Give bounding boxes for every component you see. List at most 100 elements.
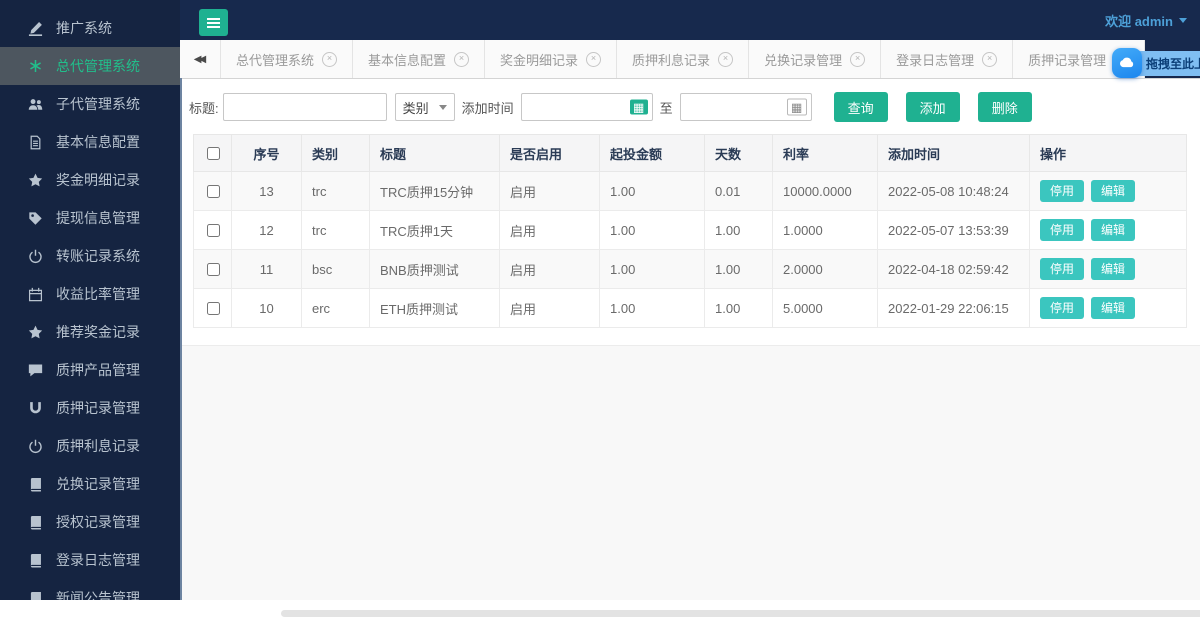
tab-item[interactable]: 登录日志管理 × <box>881 40 1014 78</box>
caret-down-icon <box>1179 17 1187 23</box>
disable-button[interactable]: 停用 <box>1040 258 1085 280</box>
cell-min_invest: 1.00 <box>599 210 705 250</box>
horizontal-scrollbar[interactable] <box>281 610 1200 617</box>
table-body: 13 trc TRC质押15分钟 启用 1.00 0.01 10000.0000 2022-0… <box>193 171 1187 328</box>
row-select-cell <box>193 171 232 211</box>
tab-close-icon[interactable]: × <box>586 51 602 67</box>
table-row: 13 trc TRC质押15分钟 启用 1.00 0.01 10000.0000 2022-0… <box>193 171 1187 211</box>
row-checkbox[interactable] <box>206 262 220 276</box>
time-to-field: ▦ <box>679 93 812 121</box>
select-all-checkbox[interactable] <box>206 146 220 160</box>
tab-close-icon[interactable]: × <box>850 51 866 67</box>
title-filter-label: 标题: <box>189 100 219 116</box>
cell-category: bsc <box>301 249 370 289</box>
comment-icon <box>27 362 43 378</box>
calendar-icon[interactable]: ▦ <box>629 99 648 115</box>
disable-button[interactable]: 停用 <box>1040 297 1085 319</box>
cell-enabled: 启用 <box>499 288 600 328</box>
column-header: 标题 <box>369 134 500 172</box>
calendar-icon <box>27 286 43 302</box>
tab-close-icon[interactable]: × <box>322 51 338 67</box>
add-button[interactable]: 添加 <box>905 92 960 122</box>
sidebar-item[interactable]: 转账记录系统 <box>0 237 180 275</box>
to-label: 至 <box>659 100 673 116</box>
row-actions-cell: 停用 编辑 <box>1029 249 1187 289</box>
table-row: 10 erc ETH质押测试 启用 1.00 1.00 5.0000 2022-01-29 2… <box>193 288 1187 328</box>
sidebar-item[interactable]: 推广系统 <box>0 9 180 47</box>
netdisk-drag-overlay[interactable]: 拖拽至此上传 <box>1112 48 1200 78</box>
row-checkbox[interactable] <box>206 301 220 315</box>
row-checkbox[interactable] <box>206 184 220 198</box>
tab-item[interactable]: 总代管理系统 × <box>221 40 354 78</box>
book-icon <box>27 590 43 600</box>
sidebar-item[interactable]: 推荐奖金记录 <box>0 313 180 351</box>
edit-button[interactable]: 编辑 <box>1091 297 1136 319</box>
bottom-strip <box>0 600 1200 617</box>
sidebar-item[interactable]: 奖金明细记录 <box>0 161 180 199</box>
cell-no: 13 <box>231 171 302 211</box>
sidebar-item[interactable]: 新闻公告管理 <box>0 579 180 600</box>
edit-button[interactable]: 编辑 <box>1091 219 1136 241</box>
column-header: 添加时间 <box>877 134 1030 172</box>
search-button[interactable]: 查询 <box>833 92 888 122</box>
cell-category: erc <box>301 288 370 328</box>
sidebar-item[interactable]: 兑换记录管理 <box>0 465 180 503</box>
sidebar-item-label: 新闻公告管理 <box>56 590 140 600</box>
cell-title: BNB质押测试 <box>369 249 500 289</box>
cell-min_invest: 1.00 <box>599 171 705 211</box>
edit-button[interactable]: 编辑 <box>1091 180 1136 202</box>
sidebar-item[interactable]: 收益比率管理 <box>0 275 180 313</box>
sidebar-item[interactable]: 基本信息配置 <box>0 123 180 161</box>
cell-category: trc <box>301 171 370 211</box>
category-select-value: 类别 <box>402 100 429 116</box>
tab-item[interactable]: 奖金明细记录 × <box>485 40 618 78</box>
category-select[interactable]: 类别 <box>394 93 455 121</box>
sidebar-item[interactable]: 质押产品管理 <box>0 351 180 389</box>
calendar-icon[interactable]: ▦ <box>786 98 807 116</box>
time-from-field: ▦ <box>520 93 653 121</box>
tab-close-icon[interactable]: × <box>718 51 734 67</box>
netdisk-cloud-icon[interactable] <box>1112 48 1142 78</box>
power-icon <box>27 248 43 264</box>
row-checkbox[interactable] <box>206 223 220 237</box>
cell-days: 1.00 <box>704 288 773 328</box>
table-row: 11 bsc BNB质押测试 启用 1.00 1.00 2.0000 2022-04-18 0… <box>193 249 1187 289</box>
edit-button[interactable]: 编辑 <box>1091 258 1136 280</box>
sidebar-item-label: 质押产品管理 <box>56 362 140 378</box>
sidebar-item[interactable]: 质押记录管理 <box>0 389 180 427</box>
disable-button[interactable]: 停用 <box>1040 219 1085 241</box>
table-header-row: 序号 类别 标题 是否启用 起投金额 天数 利率 添加时间 操作 <box>193 134 1187 172</box>
tag-icon <box>27 210 43 226</box>
cell-rate: 2.0000 <box>772 249 878 289</box>
table-head: 序号 类别 标题 是否启用 起投金额 天数 利率 添加时间 操作 <box>193 134 1187 172</box>
menu-toggle-button[interactable] <box>199 9 228 36</box>
column-header: 是否启用 <box>499 134 600 172</box>
cell-added_at: 2022-01-29 22:06:15 <box>877 288 1030 328</box>
title-filter-input[interactable] <box>222 93 387 121</box>
cell-rate: 10000.0000 <box>772 171 878 211</box>
tab-item[interactable]: 基本信息配置 × <box>353 40 486 78</box>
sidebar-item[interactable]: 子代管理系统 <box>0 85 180 123</box>
tab-close-icon[interactable]: × <box>454 51 470 67</box>
tab-item[interactable]: 兑换记录管理 × <box>749 40 882 78</box>
sidebar-item[interactable]: 提现信息管理 <box>0 199 180 237</box>
tab-item[interactable]: 质押利息记录 × <box>617 40 750 78</box>
disable-button[interactable]: 停用 <box>1040 180 1085 202</box>
sidebar-item[interactable]: 总代管理系统 <box>0 47 180 85</box>
user-menu[interactable]: 欢迎 admin <box>1105 0 1187 40</box>
tab-close-icon[interactable]: × <box>982 51 998 67</box>
cell-min_invest: 1.00 <box>599 249 705 289</box>
delete-button[interactable]: 删除 <box>977 92 1032 122</box>
users-icon <box>27 96 43 112</box>
tabs-scroll-left-button[interactable]: ◀◀ <box>180 40 221 78</box>
tab-label: 基本信息配置 <box>368 52 447 68</box>
table-row: 12 trc TRC质押1天 启用 1.00 1.00 1.0000 2022-05-07 1… <box>193 210 1187 250</box>
sidebar-item[interactable]: 登录日志管理 <box>0 541 180 579</box>
sidebar-item-label: 推广系统 <box>56 20 112 36</box>
sidebar-item-label: 收益比率管理 <box>56 286 140 302</box>
cell-title: ETH质押测试 <box>369 288 500 328</box>
sidebar-item-label: 奖金明细记录 <box>56 172 140 188</box>
sidebar-item-label: 推荐奖金记录 <box>56 324 140 340</box>
sidebar-item[interactable]: 授权记录管理 <box>0 503 180 541</box>
sidebar-item[interactable]: 质押利息记录 <box>0 427 180 465</box>
